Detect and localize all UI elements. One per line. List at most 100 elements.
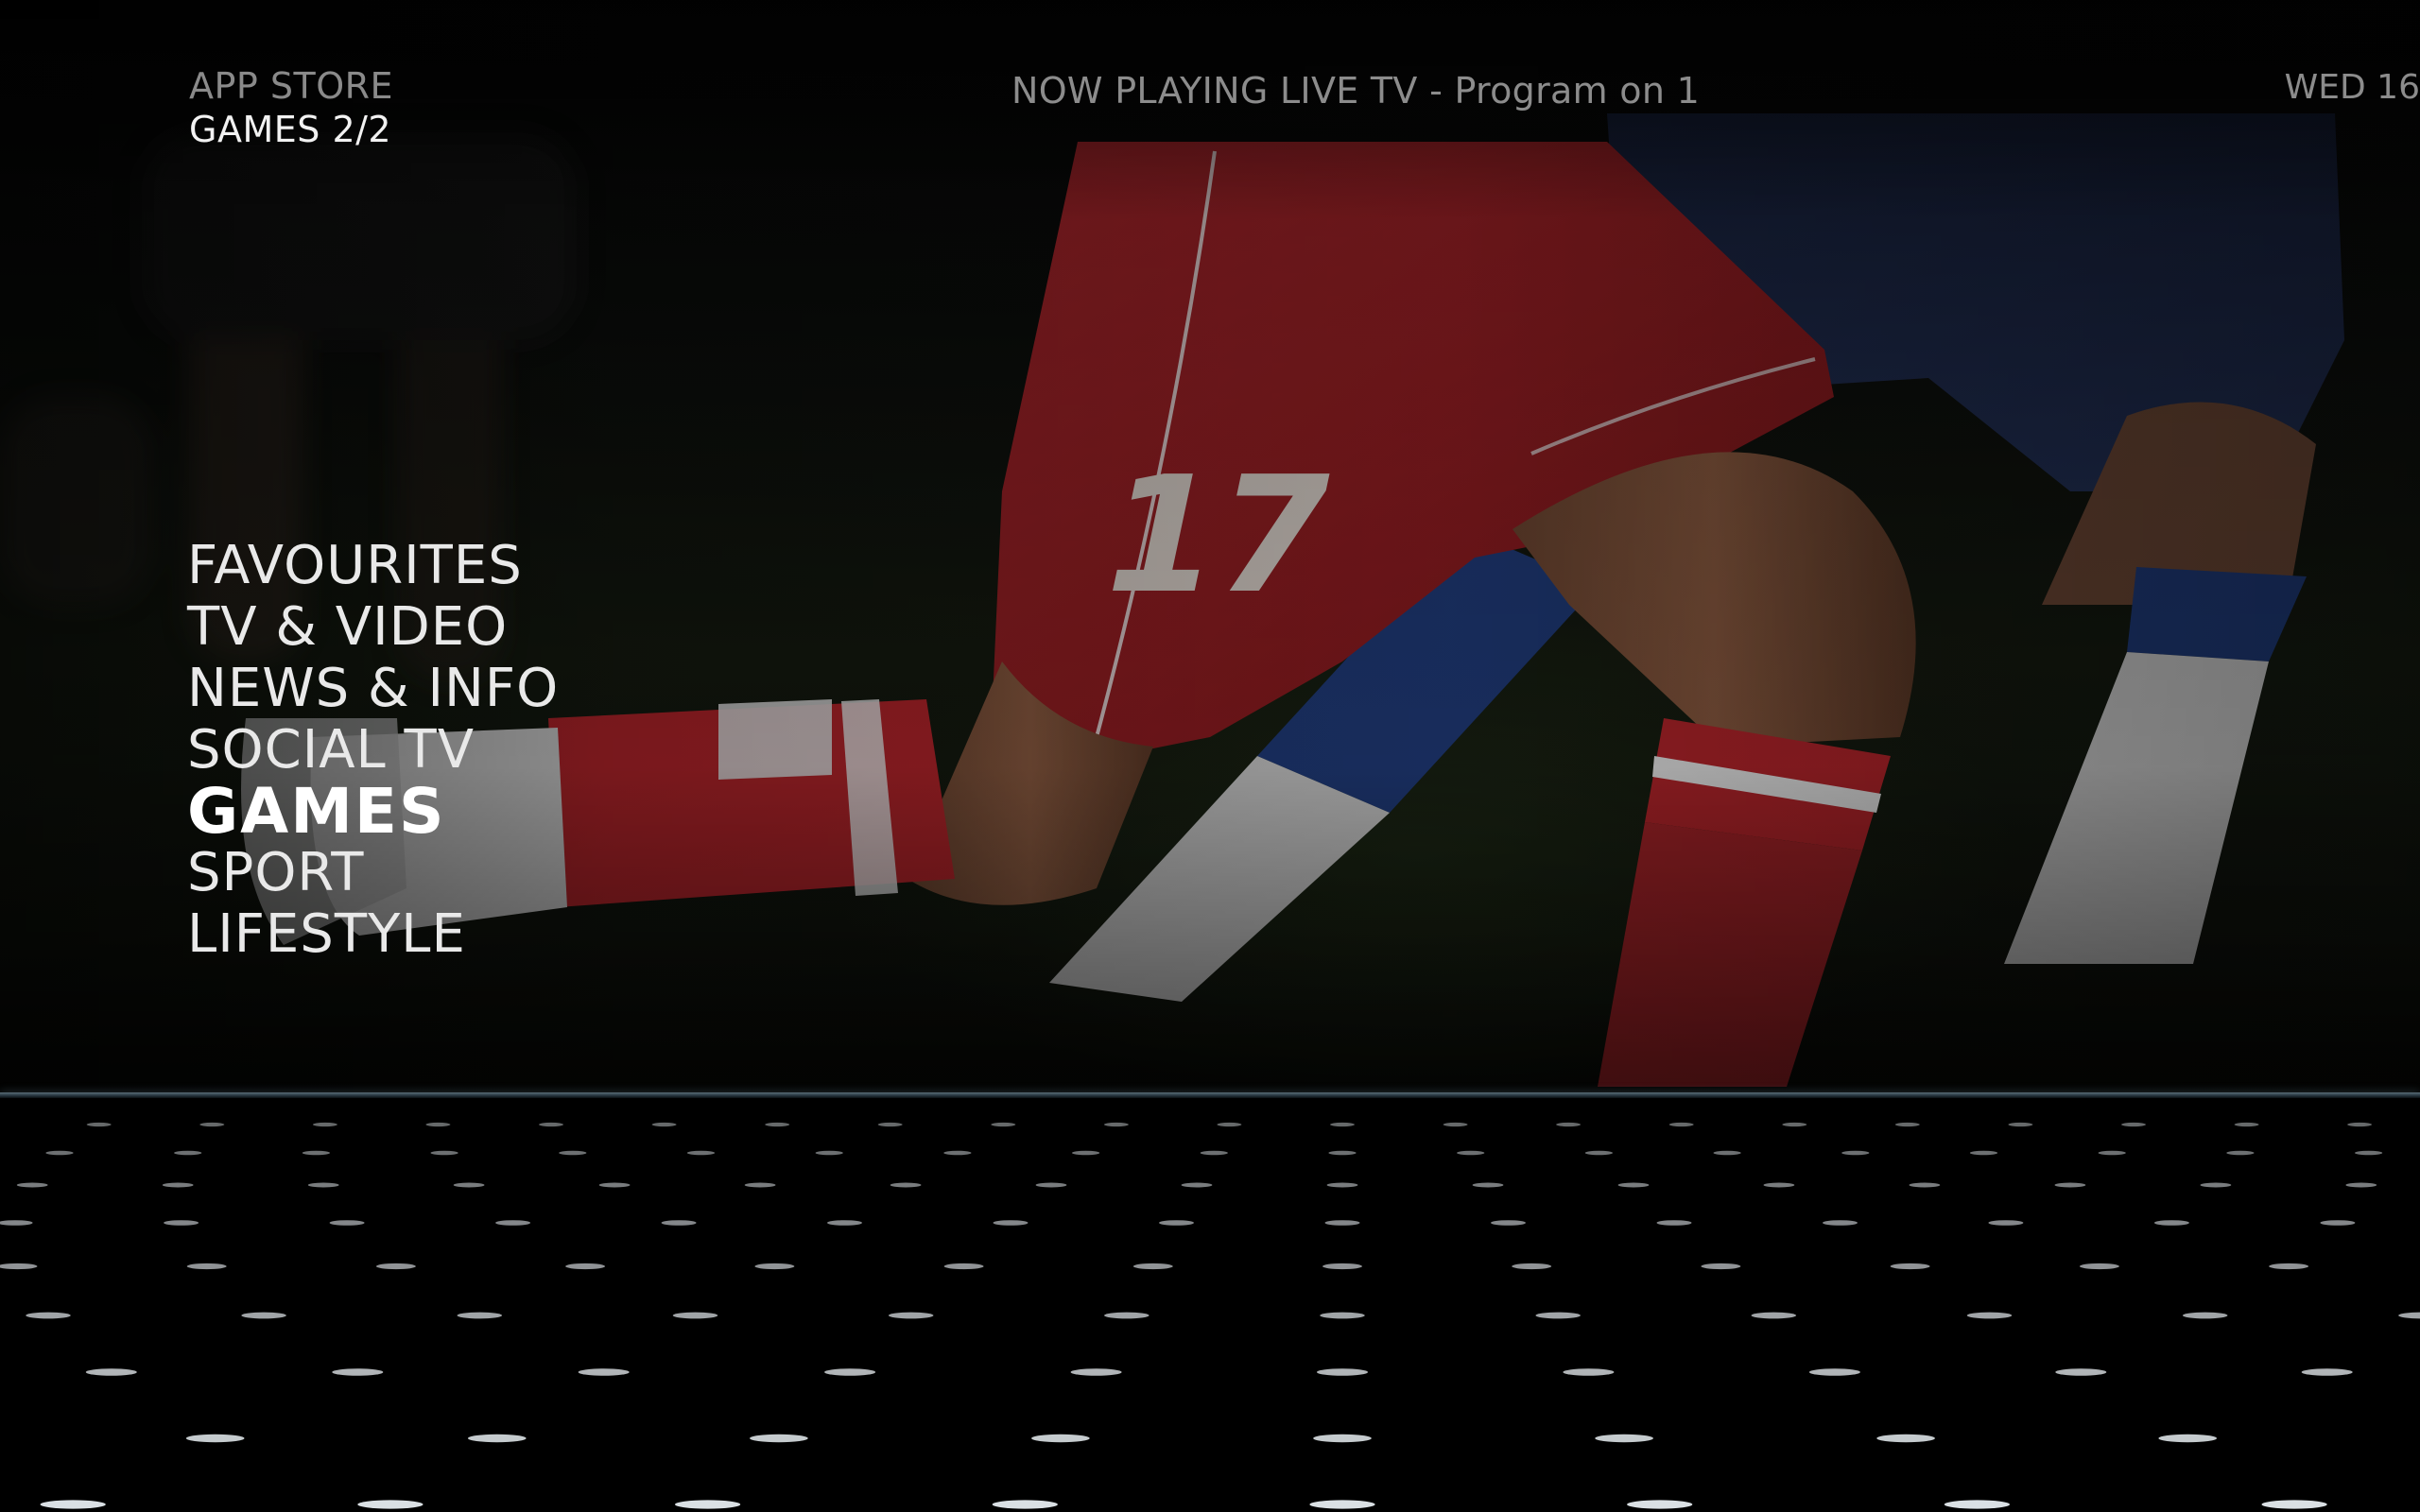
floor-dot	[174, 1150, 202, 1156]
floor-dot	[943, 1263, 984, 1270]
floor-dot	[162, 1182, 194, 1188]
floor-dot	[539, 1122, 563, 1127]
floor-dot	[495, 1220, 531, 1226]
floor-dot	[85, 1368, 137, 1376]
menu-item-tv-video[interactable]: TV & VIDEO	[187, 596, 559, 658]
floor-dot	[598, 1182, 631, 1188]
floor-dot	[2234, 1122, 2259, 1127]
floor-dot	[468, 1434, 527, 1443]
floor-dot	[744, 1182, 776, 1188]
floor-dot	[651, 1122, 677, 1127]
menu-item-sport[interactable]: SPORT	[187, 842, 559, 903]
floor-dot	[1491, 1220, 1526, 1226]
floor-dot	[1031, 1434, 1090, 1443]
floor-dot	[2054, 1182, 2086, 1188]
date-label: WED 16	[2284, 68, 2420, 107]
floor-dot	[2079, 1263, 2119, 1270]
floor-dot	[1966, 1312, 2013, 1319]
floor-dot	[2182, 1312, 2228, 1319]
floor-dot	[578, 1368, 630, 1376]
floor-dot	[1627, 1500, 1693, 1509]
floor-dot	[16, 1182, 48, 1188]
floor-dot	[164, 1220, 199, 1226]
floor-dot	[1324, 1220, 1360, 1226]
floor-dot	[1808, 1368, 1860, 1376]
floor-dot	[991, 1122, 1016, 1127]
floor-dot	[1181, 1182, 1213, 1188]
floor-dot	[185, 1434, 245, 1443]
floor-dot	[2158, 1434, 2217, 1443]
floor-dot	[1200, 1150, 1228, 1156]
floor-dot	[302, 1150, 330, 1156]
breadcrumb-page: GAMES 2/2	[189, 109, 392, 150]
floor-dot	[2121, 1122, 2146, 1127]
now-playing-label[interactable]: NOW PLAYING LIVE TV - Program on 1	[1011, 70, 1700, 112]
menu-item-games[interactable]: GAMES	[187, 781, 559, 843]
floor-dot	[2055, 1368, 2107, 1376]
menu-item-social-tv[interactable]: SOCIAL TV	[187, 719, 559, 781]
menu-item-lifestyle[interactable]: LIFESTYLE	[187, 903, 559, 965]
floor-dot	[186, 1263, 227, 1270]
floor-dot	[1326, 1182, 1358, 1188]
floor-dot	[1595, 1434, 1653, 1443]
floor-dot	[45, 1150, 74, 1156]
floor-dot	[2008, 1122, 2033, 1127]
floor-dot	[943, 1150, 972, 1156]
floor-dot	[40, 1500, 106, 1509]
floor-dot	[86, 1122, 112, 1127]
floor-dot	[430, 1150, 458, 1156]
floor-dot	[199, 1122, 225, 1127]
floor-dot	[1313, 1434, 1372, 1443]
floor-dot	[2261, 1500, 2327, 1509]
floor-dot	[1104, 1312, 1150, 1319]
menu-item-news-info[interactable]: NEWS & INFO	[187, 658, 559, 719]
floor-dot	[672, 1312, 718, 1319]
floor-dot	[26, 1312, 71, 1319]
breadcrumb-section[interactable]: APP STORE	[189, 64, 393, 108]
category-menu: FAVOURITES TV & VIDEO NEWS & INFO SOCIAL TV…	[187, 535, 559, 965]
floor-dot	[661, 1220, 697, 1226]
floor-dot	[2226, 1150, 2255, 1156]
floor-dot	[357, 1500, 424, 1509]
floor-dot	[1322, 1263, 1362, 1270]
floor-dot	[241, 1312, 286, 1319]
floor-dot	[0, 1220, 33, 1226]
floor-dot	[1876, 1434, 1935, 1443]
floor-dot	[993, 1220, 1028, 1226]
floor-dot	[1563, 1368, 1615, 1376]
floor-dot	[1841, 1150, 1870, 1156]
floor-dot	[1457, 1150, 1485, 1156]
floor-dot	[2345, 1182, 2377, 1188]
floor-dot	[888, 1312, 934, 1319]
floor-dot	[686, 1150, 716, 1156]
floor-dot	[2098, 1150, 2126, 1156]
floor-dot	[765, 1122, 790, 1127]
breadcrumb: APP STORE GAMES 2/2	[189, 64, 393, 151]
floor-dot	[453, 1182, 485, 1188]
floor-dot	[1713, 1150, 1741, 1156]
floor-dot	[2301, 1368, 2353, 1376]
floor-dot	[1701, 1263, 1741, 1270]
floor-dot	[1988, 1220, 2024, 1226]
floor-dot	[1763, 1182, 1795, 1188]
floor-dot	[2320, 1220, 2356, 1226]
floor-dot	[1070, 1368, 1122, 1376]
floor-dot	[1751, 1312, 1797, 1319]
floor-dot	[0, 1263, 38, 1270]
floor-dot	[1535, 1312, 1581, 1319]
floor-dot	[1969, 1150, 1998, 1156]
floor-dot	[1443, 1122, 1468, 1127]
floor-dot	[312, 1122, 337, 1127]
floor-dot	[2269, 1263, 2309, 1270]
floor-dot	[2355, 1150, 2383, 1156]
menu-item-favourites[interactable]: FAVOURITES	[187, 535, 559, 596]
floor-dot	[815, 1150, 843, 1156]
floor-dot	[1072, 1150, 1100, 1156]
floor-dot	[1656, 1220, 1692, 1226]
floor-dot	[824, 1368, 876, 1376]
floor-dot	[559, 1150, 587, 1156]
floor-dot	[1894, 1122, 1920, 1127]
floor-dot	[877, 1122, 903, 1127]
floor-dot	[1584, 1150, 1613, 1156]
floor-dot	[2153, 1220, 2189, 1226]
